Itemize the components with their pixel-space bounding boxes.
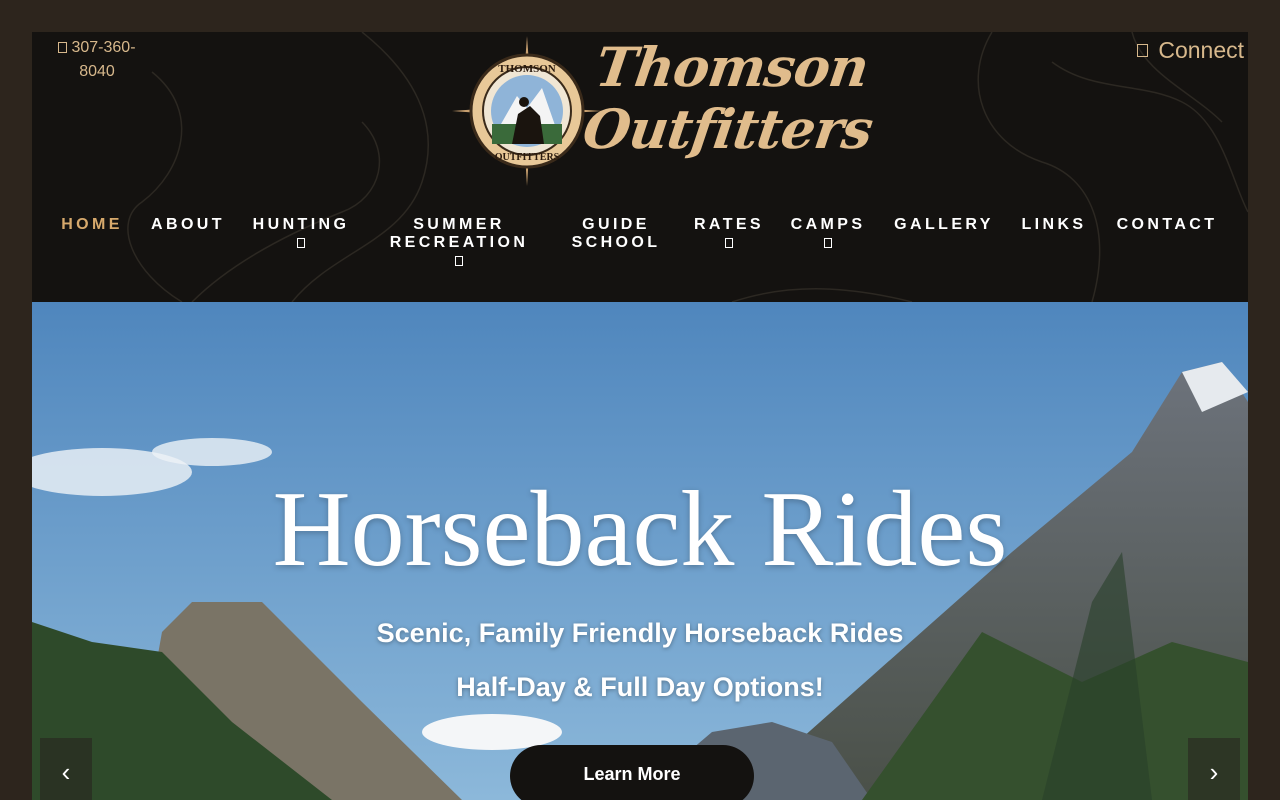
nav-about-label: ABOUT: [151, 216, 225, 233]
nav-rates-label: RATES: [693, 216, 765, 233]
logo-line-2: Outfitters: [579, 97, 877, 161]
nav-home[interactable]: HOME: [60, 216, 124, 234]
nav-guide-school[interactable]: GUIDE SCHOOL: [566, 216, 666, 252]
nav-guide-school-label: GUIDE SCHOOL: [571, 216, 661, 251]
chevron-down-icon: [725, 238, 733, 248]
nav-summer-recreation[interactable]: SUMMER RECREATION: [384, 216, 534, 271]
nav-gallery-label: GALLERY: [894, 216, 994, 233]
badge-top-text: THOMSON: [498, 63, 556, 75]
site-header: 307-360-8040 Connect THOMSON OUTFITTERS …: [32, 32, 1248, 302]
nav-gallery[interactable]: GALLERY: [890, 216, 998, 234]
nav-summer-recreation-label: SUMMER RECREATION: [389, 216, 529, 251]
nav-camps-label: CAMPS: [790, 216, 866, 233]
hero-title: Horseback Rides: [272, 470, 1008, 589]
chevron-down-icon: [455, 256, 463, 266]
nav-contact[interactable]: CONTACT: [1112, 216, 1222, 234]
nav-hunting-label: HUNTING: [252, 216, 350, 233]
nav-rates[interactable]: RATES: [690, 216, 768, 253]
user-icon: [1137, 44, 1149, 57]
phone-icon: [58, 42, 68, 53]
chevron-down-icon: [824, 238, 832, 248]
nav-hunting[interactable]: HUNTING: [250, 216, 352, 253]
chevron-left-icon: ‹: [61, 757, 71, 787]
phone-link[interactable]: 307-360-8040: [52, 36, 142, 84]
slider-prev-button[interactable]: ‹: [40, 738, 92, 800]
logo-wordmark: Thomson Outfitters: [579, 35, 885, 161]
connect-label: Connect: [1158, 37, 1244, 63]
learn-more-button[interactable]: Learn More: [510, 745, 754, 800]
badge-bottom-text: OUTFITTERS: [495, 152, 560, 163]
nav-links[interactable]: LINKS: [1019, 216, 1089, 234]
page-frame: 307-360-8040 Connect THOMSON OUTFITTERS …: [32, 32, 1248, 800]
hero-subtitle-1: Scenic, Family Friendly Horseback Rides: [376, 618, 904, 648]
chevron-right-icon: ›: [1209, 757, 1219, 787]
nav-about[interactable]: ABOUT: [148, 216, 228, 234]
slider-next-button[interactable]: ›: [1188, 738, 1240, 800]
hero-subtitle-2: Half-Day & Full Day Options!: [456, 672, 824, 702]
phone-number: 307-360-8040: [71, 39, 136, 80]
nav-home-label: HOME: [61, 216, 123, 233]
nav-contact-label: CONTACT: [1116, 216, 1218, 233]
chevron-down-icon: [297, 238, 305, 248]
site-logo[interactable]: THOMSON OUTFITTERS Thomson Outfitters: [452, 35, 876, 186]
hero-slider: Horseback Rides Scenic, Family Friendly …: [32, 302, 1248, 800]
nav-links-label: LINKS: [1021, 216, 1087, 233]
nav-camps[interactable]: CAMPS: [788, 216, 868, 253]
main-nav: HOME ABOUT HUNTING SUMMER RECREATION GUI…: [32, 216, 1248, 286]
logo-line-1: Thomson: [591, 35, 873, 99]
connect-button[interactable]: Connect: [1137, 35, 1244, 65]
logo-badge-icon: THOMSON OUTFITTERS: [452, 36, 602, 186]
